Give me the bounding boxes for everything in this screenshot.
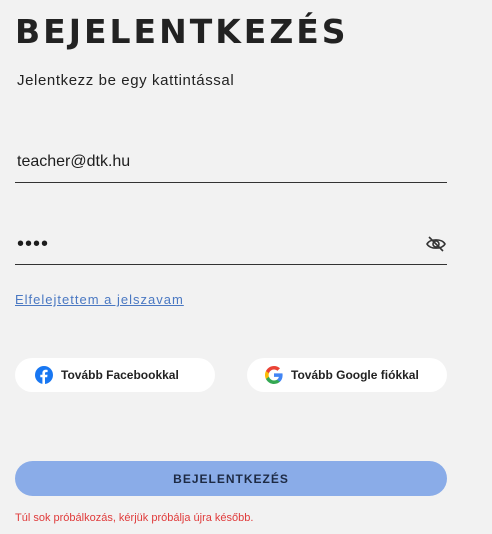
password-input[interactable] <box>17 228 407 260</box>
error-message: Túl sok próbálkozás, kérjük próbálja újr… <box>15 512 254 524</box>
page-title: BEJELENTKEZÉS <box>15 12 349 51</box>
email-input[interactable] <box>17 146 407 178</box>
facebook-icon <box>35 366 53 384</box>
facebook-login-button[interactable]: Tovább Facebookkal <box>15 358 215 392</box>
forgot-password-link[interactable]: Elfelejtettem a jelszavam <box>15 292 184 307</box>
login-page: BEJELENTKEZÉS Jelentkezz be egy kattintá… <box>0 0 492 534</box>
page-subtitle: Jelentkezz be egy kattintással <box>17 72 235 89</box>
password-field <box>15 228 447 265</box>
eye-slash-icon[interactable] <box>425 234 447 254</box>
email-field <box>15 146 447 183</box>
login-button[interactable]: BEJELENTKEZÉS <box>15 461 447 496</box>
google-login-button[interactable]: Tovább Google fiókkal <box>247 358 447 392</box>
google-login-label: Tovább Google fiókkal <box>291 368 419 382</box>
facebook-login-label: Tovább Facebookkal <box>61 368 179 382</box>
google-icon <box>265 366 283 384</box>
